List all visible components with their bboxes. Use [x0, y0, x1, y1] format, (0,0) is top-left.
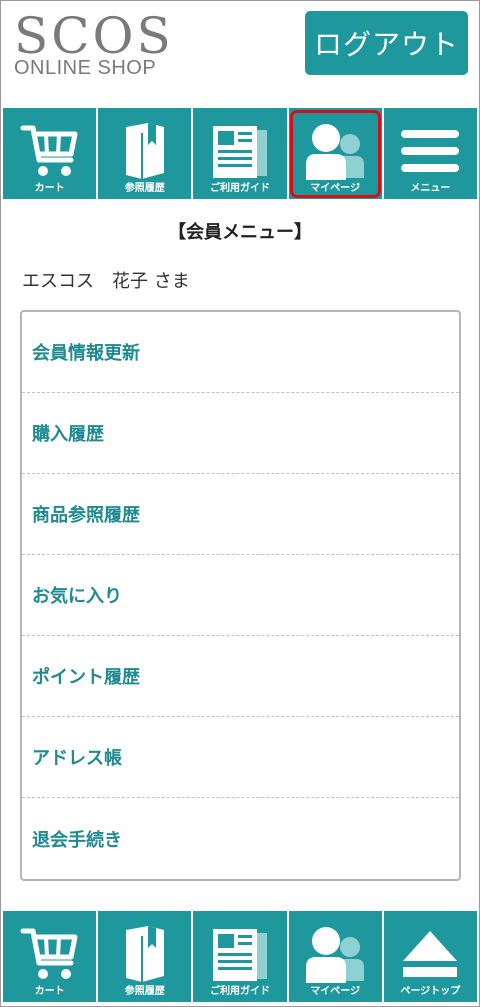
bottom-nav-label-pagetop: ページトップ — [400, 986, 461, 997]
site-logo[interactable]: SCOS ONLINE SHOP — [14, 10, 184, 80]
bottom-nav-item-mypage[interactable]: マイページ — [288, 911, 382, 1002]
bottom-nav-label-history: 参照履歴 — [124, 986, 165, 997]
bottom-nav-item-history[interactable]: 参照履歴 — [98, 911, 192, 1002]
nav-item-mypage[interactable]: マイページ — [288, 108, 382, 199]
bottom-nav-label-cart: カート — [34, 986, 65, 997]
bottom-nav-item-pagetop[interactable]: ページトップ — [383, 911, 478, 1002]
nav-label-cart: カート — [34, 183, 65, 194]
cart-icon — [12, 923, 88, 985]
nav-item-guide[interactable]: ご利用ガイド — [193, 108, 287, 199]
member-name: エスコス 花子 さま — [22, 271, 190, 292]
member-menu-list: 会員情報更新 購入履歴 商品参照履歴 お気に入り ポイント履歴 アドレス帳 退会… — [20, 310, 461, 881]
menu-item-point-history[interactable]: ポイント履歴 — [22, 636, 459, 717]
guide-document-icon — [202, 923, 278, 985]
top-nav: カート 参照履歴 ご利用ガイド マイページ メニュー — [3, 108, 478, 199]
nav-item-menu[interactable]: メニュー — [383, 108, 478, 199]
book-icon — [107, 120, 183, 182]
menu-item-address-book[interactable]: アドレス帳 — [22, 717, 459, 798]
nav-label-history: 参照履歴 — [124, 183, 165, 194]
menu-item-profile-update[interactable]: 会員情報更新 — [22, 312, 459, 393]
menu-item-purchase-history[interactable]: 購入履歴 — [22, 393, 459, 474]
logout-button[interactable]: ログアウト — [305, 11, 468, 75]
nav-label-guide: ご利用ガイド — [210, 183, 270, 194]
user-icon — [297, 120, 373, 182]
user-icon — [297, 923, 373, 985]
nav-label-menu: メニュー — [410, 183, 451, 194]
bottom-nav-label-mypage: マイページ — [310, 986, 361, 997]
eject-up-icon — [392, 923, 468, 985]
nav-item-cart[interactable]: カート — [3, 108, 97, 199]
logo-main-text: SCOS — [14, 7, 174, 65]
nav-label-mypage: マイページ — [310, 183, 361, 194]
menu-item-browse-history[interactable]: 商品参照履歴 — [22, 474, 459, 555]
bottom-nav: カート 参照履歴 ご利用ガイド マイページ ページトップ — [3, 911, 478, 1002]
book-icon — [107, 923, 183, 985]
bottom-nav-item-guide[interactable]: ご利用ガイド — [193, 911, 287, 1002]
hamburger-menu-icon — [392, 120, 468, 182]
cart-icon — [12, 120, 88, 182]
menu-item-favorites[interactable]: お気に入り — [22, 555, 459, 636]
nav-item-history[interactable]: 参照履歴 — [98, 108, 192, 199]
bottom-nav-item-cart[interactable]: カート — [3, 911, 97, 1002]
guide-document-icon — [202, 120, 278, 182]
bottom-nav-label-guide: ご利用ガイド — [210, 986, 270, 997]
page-title: 【会員メニュー】 — [168, 222, 312, 243]
menu-item-withdraw[interactable]: 退会手続き — [22, 798, 459, 879]
